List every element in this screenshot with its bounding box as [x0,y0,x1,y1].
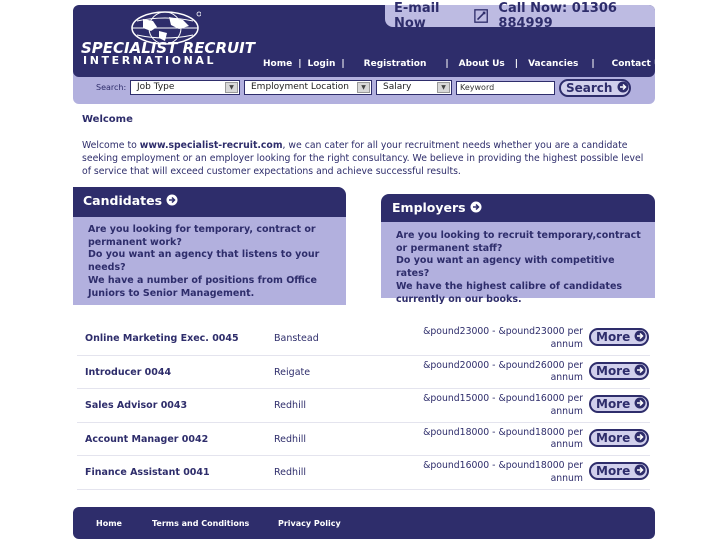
more-button[interactable]: More [589,361,649,380]
candidates-line: We have a number of positions from Offic… [88,274,317,299]
nav-separator: | [591,59,595,69]
arrow-right-icon [634,364,646,375]
candidates-header[interactable]: Candidates [73,187,346,217]
salary-value: Salary [383,82,412,92]
job-type-value: Job Type [137,82,175,92]
nav-separator: | [341,59,345,69]
main-nav: Home | Login | Registration | About Us |… [263,59,667,69]
logo-line2: INTERNATIONAL [83,54,217,67]
keyword-input[interactable]: Keyword [456,81,555,95]
more-button-label: More [596,464,631,478]
arrow-right-icon [166,194,178,206]
nav-home[interactable]: Home [263,59,292,69]
vacancy-salary: &pound20000 - &pound26000 per annum [423,359,583,384]
welcome-text-before: Welcome to [82,140,140,151]
vacancy-row: Introducer 0044 Reigate &pound20000 - &p… [77,355,650,389]
vacancy-salary: &pound16000 - &pound18000 per annum [423,460,583,484]
vacancy-row: Finance Assistant 0041 Redhill &pound160… [77,456,650,490]
search-button[interactable]: Search [559,79,631,97]
nav-login[interactable]: Login [308,59,336,69]
nav-separator: | [514,59,519,69]
job-type-select[interactable]: Job Type ▼ [130,80,240,95]
chevron-down-icon: ▼ [357,82,370,93]
employers-line: Do you want an agency with competitive r… [396,255,615,280]
nav-contact-us[interactable]: Contact Us [612,59,667,69]
chevron-down-icon: ▼ [437,82,450,93]
vacancy-location: Banstead [274,333,319,344]
employers-box: Employers Are you looking to recruit tem… [381,194,655,305]
arrow-right-icon [634,431,646,442]
vacancy-row: Online Marketing Exec. 0045 Banstead &po… [77,322,650,356]
more-button-label: More [596,330,631,344]
salary-select[interactable]: Salary ▼ [376,80,452,95]
employers-line: We have the highest calibre of candidate… [396,280,623,305]
vacancy-salary: &pound18000 - &pound18000 per annum [423,426,583,451]
contact-bar: E-mail Now Call Now: 01306 884999 [385,1,655,31]
candidates-line: Are you looking for temporary, contract … [88,224,316,248]
more-button-label: More [596,430,631,445]
site-footer: Home Terms and Conditions Privacy Policy [73,507,655,539]
nav-separator: | [445,59,449,69]
vacancy-location: Redhill [274,433,306,445]
site-logo[interactable]: SPECIALIST RECRUIT INTERNATIONAL [81,9,255,67]
location-select[interactable]: Employment Location ▼ [244,80,372,95]
vacancy-title[interactable]: Online Marketing Exec. 0045 [85,333,239,344]
arrow-right-icon [634,397,646,409]
search-button-label: Search [566,81,613,95]
site-url: www.specialist-recruit.com [139,140,283,151]
arrow-right-icon [617,81,629,93]
footer-terms-link[interactable]: Terms and Conditions [152,519,249,528]
more-button[interactable]: More [589,328,649,346]
pen-icon[interactable] [474,8,489,24]
nav-separator: | [298,59,302,69]
footer-home-link[interactable]: Home [96,519,122,528]
employers-body: Are you looking to recruit temporary,con… [381,222,655,305]
nav-vacancies[interactable]: Vacancies [528,59,578,69]
more-button[interactable]: More [589,462,649,480]
footer-privacy-link[interactable]: Privacy Policy [278,519,341,528]
more-button[interactable]: More [589,428,649,447]
chevron-down-icon: ▼ [225,82,238,93]
call-now-text: Call Now: 01306 884999 [498,1,617,31]
more-button-label: More [596,397,631,411]
candidates-line: Do you want an agency that listens to yo… [88,249,320,274]
candidates-body: Are you looking for temporary, contract … [73,217,346,305]
vacancy-location: Redhill [274,467,306,478]
vacancies-list: Online Marketing Exec. 0045 Banstead &po… [77,322,650,490]
nav-about-us[interactable]: About Us [459,59,505,69]
more-button[interactable]: More [589,395,649,413]
vacancy-row: Account Manager 0042 Redhill &pound18000… [77,422,650,456]
employers-header[interactable]: Employers [381,194,655,222]
vacancy-title[interactable]: Introducer 0044 [85,367,171,378]
welcome-text: Welcome to www.specialist-recruit.com, w… [82,140,647,178]
employers-title: Employers [392,200,466,215]
arrow-right-icon [634,464,646,476]
vacancy-title[interactable]: Account Manager 0042 [85,434,208,445]
email-now-link[interactable]: E-mail Now [394,1,466,31]
candidates-title: Candidates [83,193,163,208]
vacancy-salary: &pound15000 - &pound16000 per annum [423,393,583,417]
vacancy-location: Reigate [274,366,311,378]
welcome-title: Welcome [82,114,133,125]
vacancy-title[interactable]: Sales Advisor 0043 [85,400,187,411]
arrow-right-icon [470,201,482,213]
search-label: Search: [96,83,127,92]
arrow-right-icon [634,330,646,342]
search-bar: Search: Job Type ▼ Employment Location ▼… [73,71,655,104]
employers-line: Are you looking to recruit temporary,con… [396,230,641,254]
candidates-box: Candidates Are you looking for temporary… [73,187,346,305]
vacancy-location: Redhill [274,400,306,411]
vacancy-salary: &pound23000 - &pound23000 per annum [423,326,583,350]
vacancy-title[interactable]: Finance Assistant 0041 [85,467,210,478]
more-button-label: More [596,363,631,378]
location-value: Employment Location [251,82,349,92]
nav-registration[interactable]: Registration [364,59,427,69]
vacancy-row: Sales Advisor 0043 Redhill &pound15000 -… [77,389,650,423]
site-header: SPECIALIST RECRUIT INTERNATIONAL Home | … [73,1,667,104]
